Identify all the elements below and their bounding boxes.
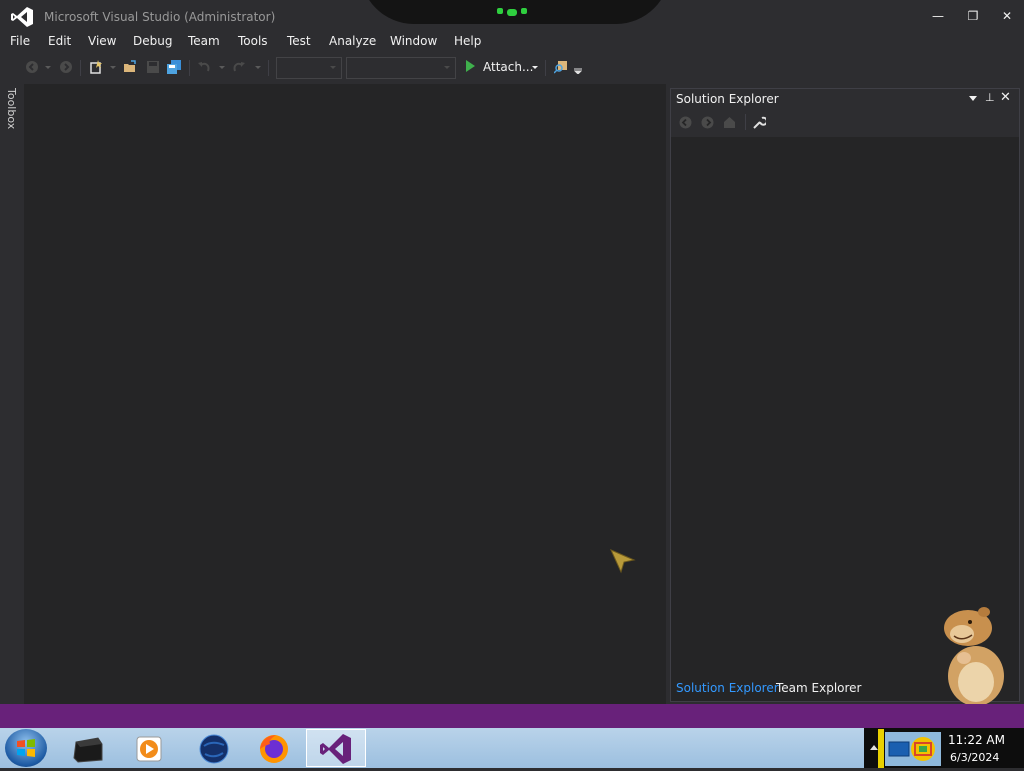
back-icon[interactable] <box>25 60 39 74</box>
toolbar-separator <box>80 60 81 76</box>
visual-studio-icon[interactable] <box>318 732 354 766</box>
toolbox-strip <box>0 84 22 704</box>
menu-analyze[interactable]: Analyze <box>329 34 376 48</box>
attach-button[interactable]: Attach... <box>483 60 533 74</box>
back-dropdown-arrow[interactable] <box>45 66 51 69</box>
back-icon[interactable] <box>679 116 692 129</box>
menu-file[interactable]: File <box>10 34 30 48</box>
find-icon[interactable] <box>554 60 568 74</box>
visual-studio-logo-icon <box>11 7 33 27</box>
toolbar-separator <box>545 60 546 76</box>
menu-bar: File Edit View Debug Team Tools Test Ana… <box>0 32 1024 52</box>
globe-icon[interactable] <box>196 732 232 766</box>
media-player-icon[interactable] <box>132 732 168 766</box>
properties-wrench-icon[interactable] <box>753 116 766 129</box>
undo-dropdown-arrow[interactable] <box>219 66 225 69</box>
new-project-dropdown-arrow[interactable] <box>110 66 116 69</box>
clock-date[interactable]: 6/3/2024 <box>950 751 999 764</box>
close-panel-icon[interactable]: ✕ <box>1000 90 1011 105</box>
home-icon[interactable] <box>723 116 736 129</box>
solution-configuration-dropdown[interactable] <box>276 57 342 79</box>
start-button[interactable] <box>5 729 47 767</box>
start-play-icon[interactable] <box>466 60 475 72</box>
windows-logo-icon <box>17 739 35 757</box>
redo-icon[interactable] <box>232 60 246 74</box>
green-led-icon <box>497 8 527 16</box>
solution-explorer-title: Solution Explorer <box>676 92 779 106</box>
toolbar-separator <box>268 60 269 76</box>
tab-team-explorer[interactable]: Team Explorer <box>776 681 862 695</box>
mouse-cursor-icon <box>610 549 636 574</box>
undo-icon[interactable] <box>197 60 211 74</box>
tray-indicator <box>878 729 884 768</box>
toolbox-tab[interactable]: Toolbox <box>4 88 18 132</box>
restore-button[interactable]: ❐ <box>961 8 985 24</box>
redo-dropdown-arrow[interactable] <box>255 66 261 69</box>
window-position-dropdown-icon[interactable] <box>969 96 977 101</box>
editor-area[interactable] <box>24 84 666 704</box>
solution-explorer-header: Solution Explorer ⊥ ✕ <box>671 89 1019 109</box>
tab-solution-explorer[interactable]: Solution Explorer <box>676 681 779 695</box>
toolbar-options-icon[interactable] <box>574 66 582 74</box>
solution-explorer-toolbar <box>671 109 1019 137</box>
new-project-icon[interactable] <box>89 60 103 74</box>
close-window-button[interactable]: ✕ <box>995 8 1019 24</box>
solution-platform-dropdown[interactable] <box>346 57 456 79</box>
network-icon[interactable] <box>885 732 941 766</box>
auto-hide-pin-icon[interactable]: ⊥ <box>985 91 995 104</box>
toolbox-label: Toolbox <box>5 88 18 130</box>
menu-team[interactable]: Team <box>188 34 220 48</box>
forward-icon[interactable] <box>701 116 714 129</box>
menu-debug[interactable]: Debug <box>133 34 172 48</box>
menu-tools[interactable]: Tools <box>238 34 268 48</box>
window-title: Microsoft Visual Studio (Administrator) <box>44 10 276 24</box>
menu-help[interactable]: Help <box>454 34 481 48</box>
status-bar <box>0 704 1024 728</box>
toolbar-separator <box>745 114 746 130</box>
save-icon[interactable] <box>146 60 160 74</box>
toolbar-separator <box>189 60 190 76</box>
minimize-button[interactable]: — <box>926 8 950 24</box>
open-file-icon[interactable] <box>123 60 137 74</box>
firefox-icon[interactable] <box>256 732 292 766</box>
save-all-icon[interactable] <box>167 60 181 74</box>
hamster-mascot-icon <box>944 607 1004 706</box>
menu-edit[interactable]: Edit <box>48 34 71 48</box>
menu-test[interactable]: Test <box>287 34 311 48</box>
terminal-icon[interactable] <box>70 732 106 766</box>
menu-view[interactable]: View <box>88 34 116 48</box>
forward-icon[interactable] <box>59 60 73 74</box>
menu-window[interactable]: Window <box>390 34 437 48</box>
show-hidden-icons-icon[interactable] <box>870 745 878 750</box>
clock-time[interactable]: 11:22 AM <box>948 733 1005 747</box>
